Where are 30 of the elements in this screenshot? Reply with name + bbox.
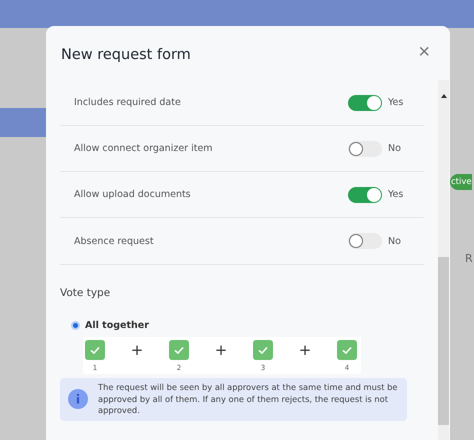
check-icon [253, 340, 273, 360]
dialog-title: New request form [61, 47, 191, 63]
section-heading: Vote type [60, 287, 112, 299]
radio-button[interactable] [71, 321, 80, 330]
setting-label: Absence request [73, 236, 155, 246]
toggle-switch[interactable] [348, 140, 382, 156]
toggle-state-text: No [387, 236, 402, 246]
toggle-state-text: Yes [387, 97, 404, 108]
radio-label: All together [85, 320, 149, 331]
toggle-state-text: No [387, 143, 402, 154]
check-icon [169, 340, 189, 360]
setting-label: Allow connect organizer item [73, 143, 214, 154]
toggle-state-text: Yes [387, 189, 404, 200]
plus-sign: + [130, 340, 144, 360]
info-icon [68, 389, 88, 410]
toggle-switch[interactable] [348, 233, 382, 249]
scrollbar[interactable] [438, 80, 449, 440]
info-text: The request will be seen by all approvers at the same time and must be approved by all of them. If any one of them rejects, the request is not approved. [98, 382, 398, 416]
plus-sign: + [214, 340, 228, 360]
toggle-switch[interactable] [348, 94, 382, 110]
plus-sign: + [298, 340, 312, 360]
table-text: R [465, 252, 473, 265]
scrollbar-thumb[interactable] [438, 257, 449, 425]
setting-label: Includes required date [73, 97, 182, 108]
close-button[interactable]: × [418, 42, 430, 62]
scroll-up-icon[interactable] [440, 94, 446, 98]
status-badge: ctive [450, 174, 472, 190]
check-icon [337, 340, 357, 360]
setting-label: Allow upload documents [73, 189, 192, 200]
toggle-switch[interactable] [348, 186, 382, 202]
